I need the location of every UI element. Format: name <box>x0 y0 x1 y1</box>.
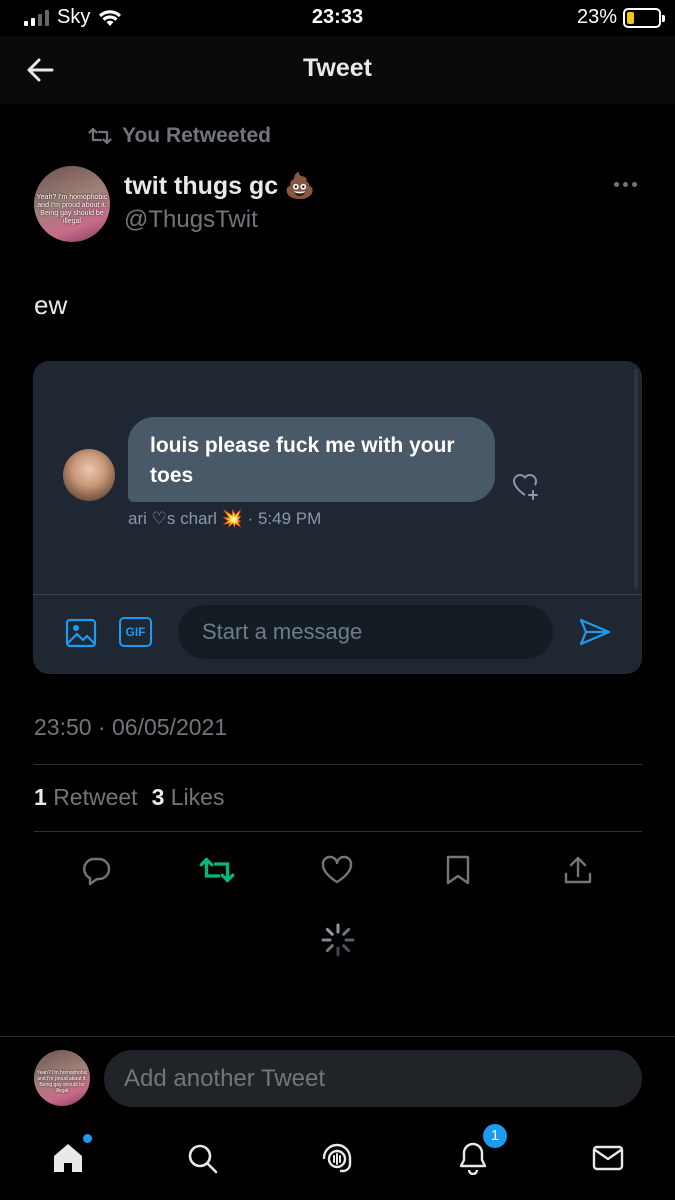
author-display-name: twit thugs gc <box>124 172 279 200</box>
share-button[interactable] <box>558 850 598 890</box>
tab-messages[interactable] <box>586 1136 630 1180</box>
bookmark-icon <box>446 855 470 885</box>
tweet-media-image[interactable]: louis please fuck me with your toes ari … <box>33 361 642 674</box>
explosion-emoji-icon: 💥 <box>221 509 243 528</box>
dm-message-input: Start a message <box>178 605 553 659</box>
avatar-caption: Yeah? I'm homophobic and I'm proud about… <box>36 1070 88 1094</box>
retweet-context[interactable]: You Retweeted <box>88 124 271 148</box>
user-avatar[interactable]: Yeah? I'm homophobic and I'm proud about… <box>34 1050 90 1106</box>
unread-dot <box>83 1134 92 1143</box>
status-bar: Sky 23:33 23% <box>0 0 675 36</box>
retweet-button[interactable] <box>197 850 237 890</box>
status-time: 23:33 <box>311 6 364 28</box>
dm-message-meta: ari ♡s charl 💥 · 5:49 PM <box>128 509 321 529</box>
tweet-actions <box>0 850 675 890</box>
divider <box>0 1036 675 1037</box>
gif-icon: GIF <box>119 617 152 647</box>
dm-sender-avatar <box>63 449 115 501</box>
dm-sender-name: ari ♡s charl <box>128 509 217 528</box>
reply-icon <box>83 857 111 886</box>
heart-plus-icon <box>513 474 538 500</box>
tab-home[interactable] <box>46 1134 92 1180</box>
tab-notifications[interactable]: 1 <box>451 1124 507 1180</box>
battery-icon <box>623 7 665 28</box>
retweets-label: Retweet <box>53 784 138 810</box>
avatar-caption: Yeah? I'm homophobic and I'm proud about… <box>36 194 108 225</box>
tab-spaces[interactable] <box>315 1136 359 1180</box>
tab-search[interactable] <box>180 1136 224 1180</box>
heart-icon <box>321 855 353 884</box>
likes-stat[interactable]: 3 Likes <box>152 784 225 811</box>
tweet-text: ew <box>34 290 68 320</box>
loading-spinner-icon <box>321 923 355 957</box>
mail-icon <box>592 1145 624 1171</box>
dm-message-bubble: louis please fuck me with your toes <box>128 417 495 502</box>
bookmark-button[interactable] <box>438 850 478 890</box>
home-icon <box>54 1144 82 1172</box>
retweet-icon <box>88 127 112 145</box>
divider <box>34 764 642 765</box>
reply-button[interactable] <box>76 850 116 890</box>
notifications-badge: 1 <box>483 1124 507 1148</box>
status-right: 23% <box>576 6 665 29</box>
more-options-icon[interactable] <box>610 178 641 191</box>
dm-message-time: · 5:49 PM <box>247 509 322 528</box>
poop-emoji-icon: 💩 <box>284 172 316 200</box>
top-nav-bar: Tweet <box>0 36 675 104</box>
share-icon <box>564 856 592 884</box>
search-icon <box>188 1144 218 1174</box>
bell-icon <box>459 1142 487 1175</box>
retweet-context-label: You Retweeted <box>122 124 271 147</box>
scroll-indicator <box>634 369 638 589</box>
author-avatar[interactable]: Yeah? I'm homophobic and I'm proud about… <box>34 166 110 242</box>
spaces-microphone-icon <box>322 1143 352 1173</box>
author-handle[interactable]: @ThugsTwit <box>124 206 258 234</box>
likes-count: 3 <box>151 784 165 810</box>
author-name[interactable]: twit thugs gc 💩 <box>124 172 315 201</box>
likes-label: Likes <box>170 784 225 810</box>
image-icon <box>65 618 97 648</box>
divider <box>33 594 642 595</box>
reply-input[interactable]: Add another Tweet <box>104 1050 642 1107</box>
bottom-tab-bar: 1 <box>0 1124 675 1200</box>
battery-fill <box>627 11 634 24</box>
like-button[interactable] <box>317 850 357 890</box>
retweet-icon <box>199 857 235 883</box>
tweet-timestamp: 23:50 · 06/05/2021 <box>34 714 228 740</box>
retweets-count: 1 <box>34 784 47 810</box>
battery-percent: 23% <box>576 6 617 28</box>
send-icon <box>579 618 611 646</box>
retweets-stat[interactable]: 1 Retweet <box>34 784 138 811</box>
divider <box>34 831 642 832</box>
tweet-stats: 1 Retweet 3 Likes <box>34 784 224 811</box>
page-title: Tweet <box>303 54 372 82</box>
